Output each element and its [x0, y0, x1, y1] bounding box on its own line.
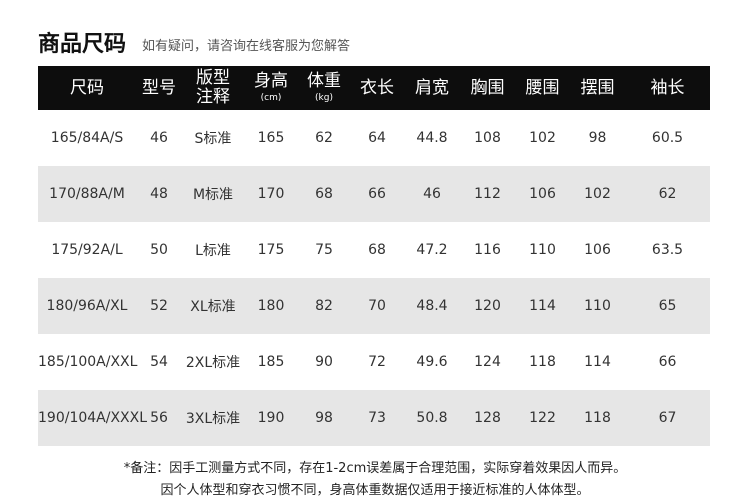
cell-weight: 98	[298, 390, 350, 446]
column-header-model: 型号	[136, 66, 182, 110]
cell-height: 185	[244, 334, 298, 390]
footnote-line-1: *备注：因手工测量方式不同，存在1-2cm误差属于合理范围，实际穿着效果因人而异…	[123, 461, 627, 476]
cell-length: 66	[350, 166, 404, 222]
cell-waist: 106	[515, 166, 570, 222]
cell-chest: 124	[460, 334, 515, 390]
cell-sleeve: 67	[625, 390, 710, 446]
cell-size: 170/88A/M	[38, 166, 136, 222]
column-header-size: 尺码	[38, 66, 136, 110]
cell-weight: 90	[298, 334, 350, 390]
cell-fit: 2XL标准	[182, 334, 244, 390]
column-header-height: 身高 (cm)	[244, 66, 298, 110]
table-row: 175/92A/L 50 L标准 175 75 68 47.2 116 110 …	[38, 222, 710, 278]
cell-sleeve: 65	[625, 278, 710, 334]
cell-chest: 112	[460, 166, 515, 222]
cell-waist: 118	[515, 334, 570, 390]
cell-fit: 3XL标准	[182, 390, 244, 446]
cell-hem: 102	[570, 166, 625, 222]
cell-weight: 62	[298, 110, 350, 166]
cell-hem: 118	[570, 390, 625, 446]
cell-length: 70	[350, 278, 404, 334]
cell-model: 52	[136, 278, 182, 334]
cell-model: 48	[136, 166, 182, 222]
cell-size: 190/104A/XXXL	[38, 390, 147, 446]
page-subtitle: 如有疑问，请咨询在线客服为您解答	[142, 39, 351, 54]
cell-hem: 106	[570, 222, 625, 278]
table-row: 165/84A/S 46 S标准 165 62 64 44.8 108 102 …	[38, 110, 710, 166]
cell-height: 180	[244, 278, 298, 334]
page-title: 商品尺码	[38, 32, 127, 57]
footnote-line-2: 因个人体型和穿衣习惯不同，身高体重数据仅适用于接近标准的人体体型。	[160, 483, 590, 498]
cell-fit: M标准	[182, 166, 244, 222]
cell-waist: 114	[515, 278, 570, 334]
cell-fit: L标准	[182, 222, 244, 278]
footnote: *备注：因手工测量方式不同，存在1-2cm误差属于合理范围，实际穿着效果因人而异…	[0, 458, 750, 502]
cell-height: 170	[244, 166, 298, 222]
cell-size: 175/92A/L	[38, 222, 136, 278]
cell-shoulder: 48.4	[404, 278, 460, 334]
column-header-waist: 腰围	[515, 66, 570, 110]
cell-chest: 108	[460, 110, 515, 166]
column-header-fit: 版型 注释	[182, 66, 244, 110]
cell-height: 175	[244, 222, 298, 278]
cell-shoulder: 47.2	[404, 222, 460, 278]
cell-height: 190	[244, 390, 298, 446]
cell-model: 46	[136, 110, 182, 166]
column-header-weight: 体重 (kg)	[298, 66, 350, 110]
cell-size: 180/96A/XL	[38, 278, 136, 334]
cell-model: 50	[136, 222, 182, 278]
cell-fit: XL标准	[182, 278, 244, 334]
cell-weight: 82	[298, 278, 350, 334]
cell-sleeve: 63.5	[625, 222, 710, 278]
cell-length: 73	[350, 390, 404, 446]
table-header-row: 尺码 型号 版型 注释 身高 (cm) 体重 (kg) 衣长 肩宽 胸围 腰围 摆围 …	[38, 66, 710, 110]
cell-waist: 122	[515, 390, 570, 446]
cell-chest: 116	[460, 222, 515, 278]
cell-shoulder: 49.6	[404, 334, 460, 390]
cell-shoulder: 44.8	[404, 110, 460, 166]
cell-sleeve: 60.5	[625, 110, 710, 166]
table-row: 170/88A/M 48 M标准 170 68 66 46 112 106 10…	[38, 166, 710, 222]
cell-chest: 128	[460, 390, 515, 446]
table-row: 180/96A/XL 52 XL标准 180 82 70 48.4 120 11…	[38, 278, 710, 334]
cell-length: 72	[350, 334, 404, 390]
cell-model: 54	[136, 334, 182, 390]
cell-chest: 120	[460, 278, 515, 334]
cell-size: 185/100A/XXL	[38, 334, 137, 390]
cell-hem: 110	[570, 278, 625, 334]
cell-waist: 102	[515, 110, 570, 166]
page-header: 商品尺码 如有疑问，请咨询在线客服为您解答	[38, 26, 350, 60]
cell-weight: 68	[298, 166, 350, 222]
cell-weight: 75	[298, 222, 350, 278]
cell-length: 64	[350, 110, 404, 166]
cell-shoulder: 46	[404, 166, 460, 222]
cell-height: 165	[244, 110, 298, 166]
cell-sleeve: 62	[625, 166, 710, 222]
cell-hem: 98	[570, 110, 625, 166]
table-row: 190/104A/XXXL 56 3XL标准 190 98 73 50.8 12…	[38, 390, 710, 446]
cell-hem: 114	[570, 334, 625, 390]
cell-shoulder: 50.8	[404, 390, 460, 446]
column-header-length: 衣长	[350, 66, 404, 110]
cell-waist: 110	[515, 222, 570, 278]
size-chart-table: 尺码 型号 版型 注释 身高 (cm) 体重 (kg) 衣长 肩宽 胸围 腰围 摆围 …	[38, 66, 710, 446]
cell-size: 165/84A/S	[38, 110, 136, 166]
cell-fit: S标准	[182, 110, 244, 166]
column-header-hem: 摆围	[570, 66, 625, 110]
cell-length: 68	[350, 222, 404, 278]
cell-sleeve: 66	[625, 334, 710, 390]
column-header-sleeve: 袖长	[625, 66, 710, 110]
table-row: 185/100A/XXL 54 2XL标准 185 90 72 49.6 124…	[38, 334, 710, 390]
column-header-shoulder: 肩宽	[404, 66, 460, 110]
column-header-chest: 胸围	[460, 66, 515, 110]
